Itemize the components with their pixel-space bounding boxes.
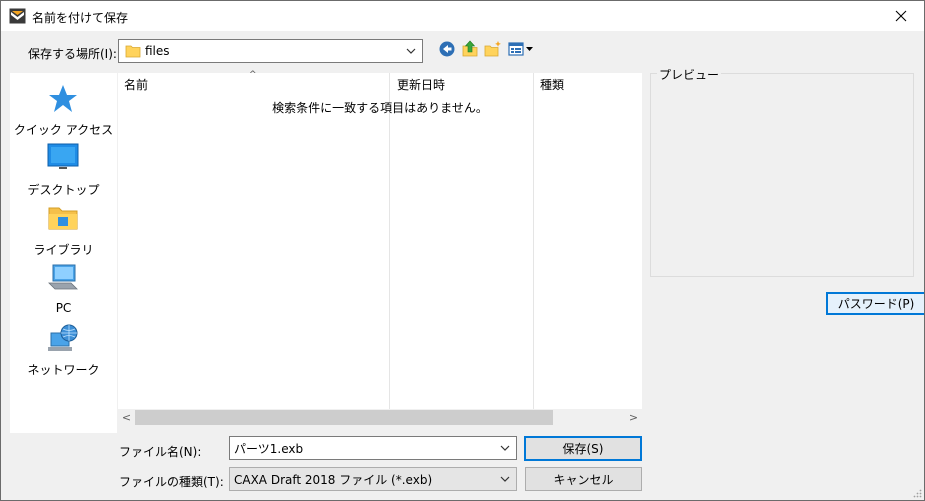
file-list[interactable]: ^ 名前 更新日時 種類 検索条件に一致する項目はありません。 < > <box>118 70 642 426</box>
app-icon <box>9 8 26 24</box>
window-title: 名前を付けて保存 <box>32 11 129 25</box>
save-button[interactable]: 保存(S) <box>524 436 642 461</box>
filename-combo[interactable]: パーツ1.exb <box>229 436 517 460</box>
horizontal-scrollbar[interactable]: < > <box>118 409 642 426</box>
scroll-thumb[interactable] <box>135 410 553 425</box>
close-button[interactable] <box>878 1 924 31</box>
up-folder-icon[interactable] <box>461 40 479 58</box>
scroll-left-button[interactable]: < <box>118 409 135 426</box>
filetype-value: CAXA Draft 2018 ファイル (*.exb) <box>234 472 433 487</box>
library-folder-icon <box>48 207 78 230</box>
new-folder-icon[interactable] <box>484 40 502 58</box>
location-combo[interactable]: files <box>118 39 423 63</box>
scroll-right-button[interactable]: > <box>625 409 642 426</box>
desktop-icon <box>47 143 79 169</box>
column-header-type[interactable]: 種類 <box>540 73 564 95</box>
places-bar: クイック アクセス デスクトップ ライブラリ PC ネットワーク <box>10 73 117 433</box>
column-header-modified[interactable]: 更新日時 <box>397 73 445 95</box>
place-network[interactable]: ネットワーク <box>10 323 117 379</box>
back-icon[interactable] <box>438 40 456 58</box>
folder-icon <box>125 45 141 58</box>
place-label: ネットワーク <box>27 363 100 377</box>
password-button[interactable]: パスワード(P) <box>826 292 924 315</box>
place-desktop[interactable]: デスクトップ <box>10 143 117 199</box>
filetype-combo[interactable]: CAXA Draft 2018 ファイル (*.exb) <box>229 467 517 491</box>
column-separator[interactable] <box>389 73 390 409</box>
sort-ascending-icon: ^ <box>249 70 257 80</box>
title-bar: 名前を付けて保存 <box>1 1 924 31</box>
column-separator[interactable] <box>533 73 534 409</box>
chevron-down-icon <box>500 476 510 482</box>
cancel-button[interactable]: キャンセル <box>525 467 642 491</box>
column-header-name[interactable]: 名前 <box>124 73 148 95</box>
resize-grip-icon[interactable] <box>912 488 922 498</box>
place-quick-access[interactable]: クイック アクセス <box>10 83 117 139</box>
place-label: PC <box>55 301 72 315</box>
view-menu-icon <box>508 42 533 56</box>
chevron-down-icon <box>406 48 416 54</box>
filetype-label: ファイルの種類(T): <box>119 475 224 489</box>
preview-label: プレビュー <box>657 66 722 83</box>
place-pc[interactable]: PC <box>10 263 117 319</box>
star-icon <box>49 85 77 112</box>
filename-label: ファイル名(N): <box>119 445 202 459</box>
pc-icon <box>48 264 78 290</box>
place-library[interactable]: ライブラリ <box>10 203 117 259</box>
view-menu-button[interactable] <box>508 40 536 58</box>
save-as-dialog: 名前を付けて保存 保存する場所(I): files クイック アクセス デスクト… <box>0 0 925 501</box>
network-icon <box>48 324 78 351</box>
empty-message: 検索条件に一致する項目はありません。 <box>272 101 488 115</box>
location-value: files <box>145 44 170 58</box>
filename-input[interactable]: パーツ1.exb <box>234 437 303 459</box>
location-label: 保存する場所(I): <box>28 47 117 61</box>
close-icon <box>895 10 907 22</box>
place-label: クイック アクセス <box>13 123 114 137</box>
preview-group: プレビュー <box>650 66 914 277</box>
place-label: デスクトップ <box>27 183 100 197</box>
chevron-down-icon[interactable] <box>500 444 510 452</box>
place-label: ライブラリ <box>33 243 94 257</box>
